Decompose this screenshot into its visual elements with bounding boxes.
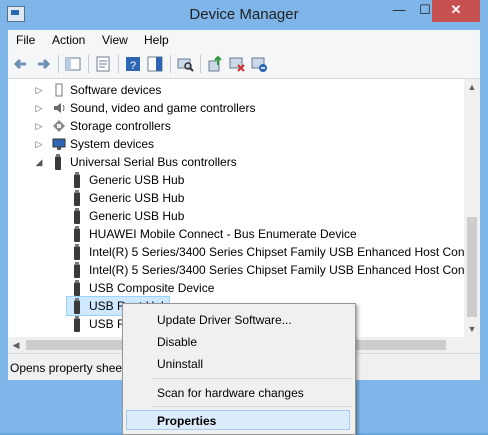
storage-controller-icon [52, 119, 66, 133]
system-device-icon [52, 137, 66, 151]
expand-arrow-icon[interactable]: ▷ [34, 81, 44, 99]
properties-sheet-icon[interactable] [94, 55, 112, 73]
tree-item-usb-controllers[interactable]: ◢ Universal Serial Bus controllers [8, 153, 464, 171]
tree-item-label: Generic USB Hub [89, 191, 185, 205]
toolbar: ? [8, 50, 480, 79]
disable-device-icon[interactable] [228, 55, 246, 73]
tree-item-system-devices[interactable]: ▷ System devices [8, 135, 464, 153]
tree-item-usb-device[interactable]: Generic USB Hub [8, 171, 464, 189]
status-text: Opens property sheet [10, 361, 126, 375]
tree-item-label: USB Composite Device [89, 281, 215, 295]
scroll-up-icon[interactable]: ▲ [464, 79, 480, 95]
tree-item-label: USB R [89, 317, 126, 331]
uninstall-device-icon[interactable] [250, 55, 268, 73]
svg-text:?: ? [130, 60, 136, 72]
usb-icon [74, 298, 80, 314]
update-driver-icon[interactable] [206, 55, 224, 73]
tree-item-label: Universal Serial Bus controllers [70, 155, 237, 169]
tree-item-storage-controllers[interactable]: ▷ Storage controllers [8, 117, 464, 135]
software-device-icon [52, 83, 66, 97]
scan-hardware-icon[interactable] [176, 55, 194, 73]
menu-action[interactable]: Action [52, 33, 85, 47]
menu-help[interactable]: Help [144, 33, 169, 47]
device-tree[interactable]: ▷ Software devices ▷ Sound, video and ga… [8, 79, 464, 337]
toolbar-separator [58, 55, 59, 73]
tree-item-label: Storage controllers [70, 119, 171, 133]
tree-item-usb-device[interactable]: Generic USB Hub [8, 189, 464, 207]
menu-item-uninstall[interactable]: Uninstall [157, 357, 203, 371]
usb-icon [74, 262, 80, 278]
menu-item-update-driver[interactable]: Update Driver Software... [157, 313, 292, 327]
close-button[interactable]: ✕ [432, 0, 480, 22]
collapse-arrow-icon[interactable]: ◢ [34, 153, 44, 171]
menu-view[interactable]: View [102, 33, 128, 47]
tree-item-software-devices[interactable]: ▷ Software devices [8, 81, 464, 99]
toolbar-separator [118, 55, 119, 73]
menu-item-scan-hardware[interactable]: Scan for hardware changes [157, 386, 304, 400]
usb-icon [74, 280, 80, 296]
tree-item-sound-video-game[interactable]: ▷ Sound, video and game controllers [8, 99, 464, 117]
forward-icon[interactable] [34, 55, 52, 73]
usb-icon [74, 226, 80, 242]
usb-icon [74, 316, 80, 332]
tree-item-label: HUAWEI Mobile Connect - Bus Enumerate De… [89, 227, 357, 241]
tree-item-usb-device[interactable]: HUAWEI Mobile Connect - Bus Enumerate De… [8, 225, 464, 243]
usb-icon [74, 190, 80, 206]
tree-item-usb-device[interactable]: USB Composite Device [8, 279, 464, 297]
tree-item-label: Software devices [70, 83, 162, 97]
menu-item-properties[interactable]: Properties [157, 414, 216, 428]
context-menu: Update Driver Software... Disable Uninst… [122, 303, 356, 435]
toolbar-separator [170, 55, 171, 73]
tree-item-label: Generic USB Hub [89, 173, 185, 187]
help-icon[interactable]: ? [124, 55, 142, 73]
scroll-left-icon[interactable]: ◀ [8, 337, 24, 353]
toolbar-separator [88, 55, 89, 73]
vertical-scrollbar[interactable]: ▲ ▼ [464, 79, 480, 337]
tree-item-label: System devices [70, 137, 155, 151]
tree-item-label: Generic USB Hub [89, 209, 185, 223]
menu-separator [153, 406, 351, 407]
vertical-scroll-thumb[interactable] [467, 217, 477, 317]
usb-icon [74, 208, 80, 224]
back-icon[interactable] [12, 55, 30, 73]
menu-item-disable[interactable]: Disable [157, 335, 197, 349]
menu-file[interactable]: File [16, 33, 35, 47]
toolbar-separator [200, 55, 201, 73]
tree-item-label: Intel(R) 5 Series/3400 Series Chipset Fa… [89, 263, 464, 277]
tree-item-label: Intel(R) 5 Series/3400 Series Chipset Fa… [89, 245, 464, 259]
tree-item-usb-device[interactable]: Intel(R) 5 Series/3400 Series Chipset Fa… [8, 243, 464, 261]
scrollbar-corner [464, 337, 480, 353]
menu-bar: File Action View Help [8, 30, 480, 50]
tree-item-usb-device[interactable]: Intel(R) 5 Series/3400 Series Chipset Fa… [8, 261, 464, 279]
usb-icon [74, 244, 80, 260]
scroll-down-icon[interactable]: ▼ [464, 321, 480, 337]
title-bar[interactable]: Device Manager — ☐ ✕ [0, 0, 488, 30]
usb-icon [74, 172, 80, 188]
speaker-icon [52, 101, 66, 115]
expand-arrow-icon[interactable]: ▷ [34, 117, 44, 135]
tree-item-usb-device[interactable]: Generic USB Hub [8, 207, 464, 225]
usb-icon [55, 154, 61, 170]
menu-separator [153, 378, 351, 379]
expand-arrow-icon[interactable]: ▷ [34, 135, 44, 153]
expand-arrow-icon[interactable]: ▷ [34, 99, 44, 117]
action-pane-icon[interactable] [146, 55, 164, 73]
tree-item-label: Sound, video and game controllers [70, 101, 256, 115]
show-hide-console-tree-icon[interactable] [64, 55, 82, 73]
